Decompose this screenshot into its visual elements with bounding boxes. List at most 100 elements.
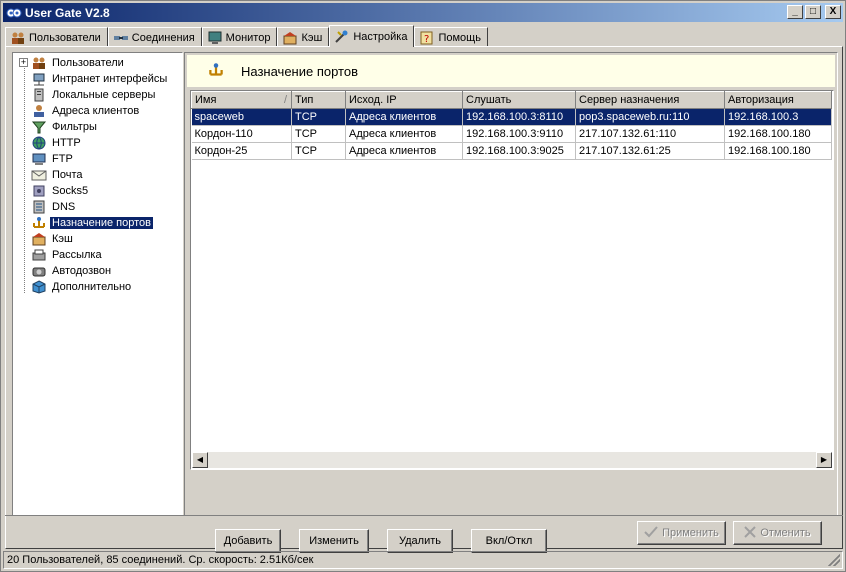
table-cell: 217.107.132.61:110 [575,125,725,143]
table-cell: 192.168.100.3 [724,108,832,126]
tree-item-label: Назначение портов [49,216,154,230]
broadcast-icon [31,248,47,262]
tab-monitor-label: Монитор [225,31,271,44]
table-row[interactable]: spaceweb TCP Адреса клиентов 192.168.100… [191,108,832,126]
apply-label: Применить [662,527,719,539]
cache-icon [282,31,298,45]
autodial-icon [31,264,47,278]
tree-item-client-addresses[interactable]: Адреса клиентов [17,103,141,119]
ftp-icon [31,152,47,166]
tree-item-autodial[interactable]: Автодозвон [17,263,113,279]
tab-cache[interactable]: Кэш [277,27,330,47]
column-header-source-ip[interactable]: Исход. IP [345,91,463,109]
app-window: User Gate V2.8 _ □ X Пользователи Соедин… [0,0,846,572]
tree-item-label: Интранет интерфейсы [52,73,168,85]
users-icon [31,56,47,70]
client-address-icon [31,104,47,118]
cancel-button[interactable]: Отменить [733,521,822,545]
port-mapping-table[interactable]: Имя / Тип Исход. IP Слушать Сервер назнач… [190,90,834,470]
table-cell: 192.168.100.3:9110 [462,125,576,143]
horizontal-scrollbar[interactable]: ◀ ▶ [192,452,832,468]
svg-text:?: ? [424,34,429,45]
mail-icon [31,168,47,182]
table-cell: 192.168.100.3:8110 [462,108,576,126]
scroll-track[interactable] [208,452,816,468]
table-cell: Адреса клиентов [345,108,463,126]
tree-item-dns[interactable]: DNS [17,199,77,215]
minimize-button[interactable]: _ [787,5,803,19]
globe-icon [31,136,47,150]
tree-item-filters[interactable]: Фильтры [17,119,99,135]
tab-connections-label: Соединения [131,31,195,44]
tree-item-http[interactable]: HTTP [17,135,83,151]
tree-item-port-mapping[interactable]: Назначение портов [17,215,154,231]
port-mapping-icon [207,62,225,81]
tab-help-label: Помощь [438,31,481,44]
table-cell: spaceweb [191,108,292,126]
cancel-x-icon [744,525,757,541]
tree-item-advanced[interactable]: Дополнительно [17,279,133,295]
apply-button[interactable]: Применить [637,521,726,545]
table-header-row: Имя / Тип Исход. IP Слушать Сервер назнач… [191,91,832,109]
tree-item-intranet-interfaces[interactable]: Интранет интерфейсы [17,71,169,87]
tab-settings-label: Настройка [353,30,408,43]
tree-item-label: Почта [52,169,83,181]
column-header-auth[interactable]: Авторизация [724,91,832,109]
footer-bar: Применить Отменить [5,515,843,549]
main-tabs: Пользователи Соединения Монитор Кэш Наст… [5,25,488,47]
tree-item-label: HTTP [52,137,81,149]
tab-monitor[interactable]: Монитор [201,27,278,47]
cache-icon [31,232,47,246]
tab-users[interactable]: Пользователи [5,27,108,47]
users-icon [10,31,26,45]
status-bar: 20 Пользователей, 85 соединений. Ср. ско… [3,551,843,569]
table-cell: Кордон-110 [191,125,292,143]
tree-item-label: Рассылка [52,249,102,261]
column-header-destination[interactable]: Сервер назначения [575,91,725,109]
scroll-right-button[interactable]: ▶ [816,452,832,468]
tree-item-socks5[interactable]: Socks5 [17,183,90,199]
scroll-left-button[interactable]: ◀ [192,452,208,468]
tab-settings[interactable]: Настройка [329,25,415,47]
tree-item-label: Дополнительно [52,281,132,293]
table-cell: 192.168.100.3:9025 [462,142,576,160]
tree-item-users[interactable]: + Пользователи [17,55,126,71]
settings-icon [334,30,350,44]
table-row[interactable]: Кордон-25 TCP Адреса клиентов 192.168.10… [191,142,832,160]
resize-grip-icon[interactable] [828,554,840,566]
connections-icon [113,31,129,45]
table-cell: 217.107.132.61:25 [575,142,725,160]
title-bar[interactable]: User Gate V2.8 _ □ X [3,3,843,22]
table-row[interactable]: Кордон-110 TCP Адреса клиентов 192.168.1… [191,125,832,143]
table-cell: TCP [291,125,346,143]
tree-item-cache[interactable]: Кэш [17,231,75,247]
table-cell: Адреса клиентов [345,125,463,143]
tree-item-ftp[interactable]: FTP [17,151,75,167]
table-cell: 192.168.100.180 [724,142,832,160]
column-header-type[interactable]: Тип [291,91,346,109]
tree-item-label: Пользователи [52,57,124,69]
monitor-icon [207,31,223,45]
table-cell: pop3.spaceweb.ru:110 [575,108,725,126]
maximize-button[interactable]: □ [805,5,821,19]
usergate-app-icon [6,6,22,20]
cancel-label: Отменить [760,527,811,539]
column-header-listen[interactable]: Слушать [462,91,576,109]
tree-item-label: FTP [52,153,73,165]
settings-page: + Пользователи Интранет интерфейсы Локал… [5,46,843,553]
tree-item-mail[interactable]: Почта [17,167,85,183]
tree-item-broadcast[interactable]: Рассылка [17,247,104,263]
tab-connections[interactable]: Соединения [107,27,202,47]
status-text: 20 Пользователей, 85 соединений. Ср. ско… [7,554,314,566]
socks-icon [31,184,47,198]
tab-help[interactable]: ? Помощь [414,27,488,47]
panel-header: Назначение портов [187,55,835,87]
settings-tree[interactable]: + Пользователи Интранет интерфейсы Локал… [12,52,183,516]
column-header-name[interactable]: Имя / [191,91,292,109]
table-cell: TCP [291,108,346,126]
close-button[interactable]: X [825,5,841,19]
window-title: User Gate V2.8 [25,5,110,20]
tree-item-label: DNS [52,201,76,213]
tree-item-local-servers[interactable]: Локальные серверы [17,87,157,103]
tree-expander[interactable]: + [19,58,28,67]
